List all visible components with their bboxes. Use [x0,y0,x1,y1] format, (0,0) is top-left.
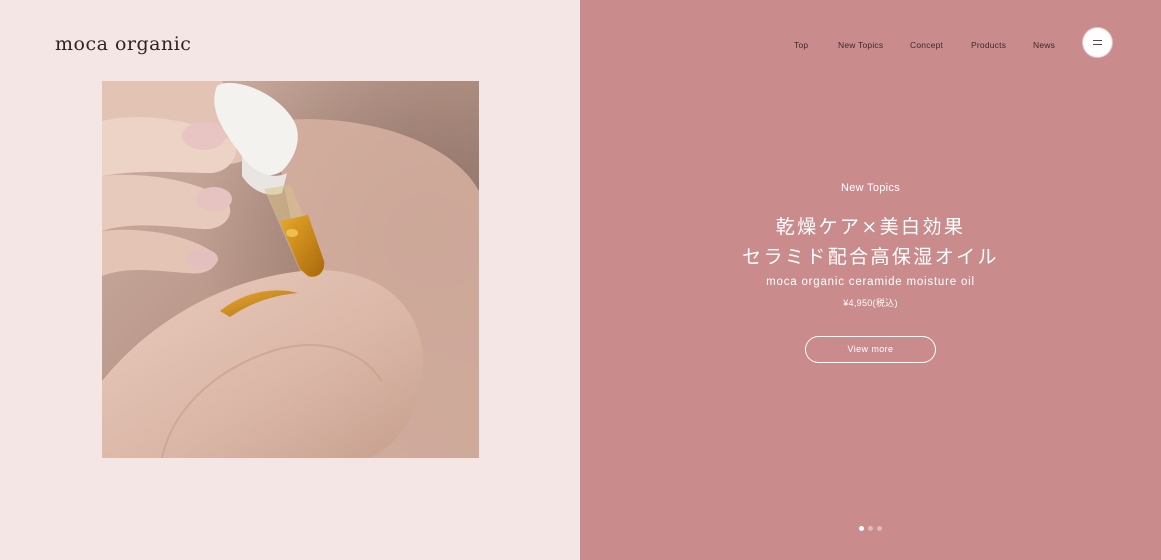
slider-dot-1[interactable] [859,526,864,531]
slider-pagination [580,526,1161,531]
slider-dot-2[interactable] [868,526,873,531]
hero-price: ¥4,950(税込) [843,298,898,308]
hero-headline-line1: 乾燥ケア×美白効果 [775,216,966,238]
hero-headline-line2: セラミド配合高保湿オイル [742,246,999,268]
hero-kicker: New Topics [840,182,901,194]
hero-product-photo [102,81,479,458]
slider-dot-3[interactable] [877,526,882,531]
hero-headline: 乾燥ケア×美白効果 セラミド配合高保湿オイル [580,212,1161,272]
view-more-button[interactable]: View more [805,336,936,363]
hero-product-name: moca organic ceramide moisture oil [766,276,975,288]
hero-slide: New Topics 乾燥ケア×美白効果 セラミド配合高保湿オイル moca o… [580,0,1161,560]
